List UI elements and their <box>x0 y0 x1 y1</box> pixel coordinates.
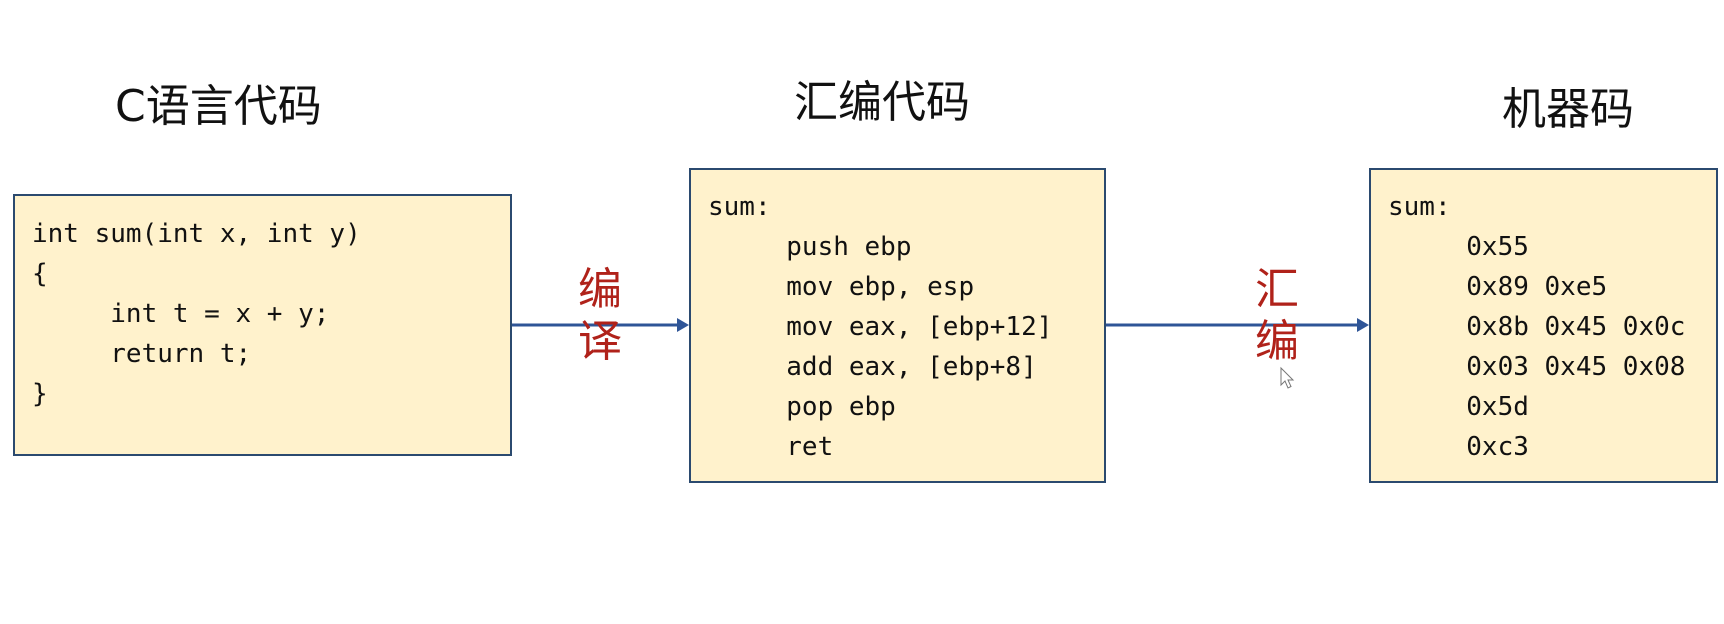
compile-label: 编 译 <box>576 264 624 368</box>
c-code-box: int sum(int x, int y) { int t = x + y; re… <box>13 194 512 456</box>
assemble-label-char: 汇 <box>1255 264 1299 315</box>
machine-code-block: sum: 0x55 0x89 0xe5 0x8b 0x45 0x0c 0x03 … <box>1388 187 1685 467</box>
code-line: 0x55 <box>1388 232 1529 262</box>
code-line: int sum(int x, int y) <box>32 219 361 249</box>
code-line: mov eax, [ebp+12] <box>708 312 1053 342</box>
code-line: 0x8b 0x45 0x0c <box>1388 312 1686 342</box>
assemble-label-char: 编 <box>1255 316 1299 367</box>
compile-label-char: 编 <box>578 264 622 315</box>
code-line: 0x89 0xe5 <box>1388 272 1608 302</box>
code-line: mov ebp, esp <box>708 272 975 302</box>
code-line: ret <box>708 432 834 462</box>
code-line: add eax, [ebp+8] <box>708 352 1037 382</box>
assemble-arrow <box>1106 318 1369 332</box>
c-code-block: int sum(int x, int y) { int t = x + y; re… <box>32 214 361 414</box>
code-line: int t = x + y; <box>32 299 330 329</box>
code-line: sum: <box>708 192 771 222</box>
code-line: push ebp <box>708 232 912 262</box>
compile-label-char: 译 <box>578 316 622 367</box>
mouse-cursor-icon <box>1280 366 1295 389</box>
code-line: 0x5d <box>1388 392 1529 422</box>
code-line: sum: <box>1388 192 1451 222</box>
assembly-code-block: sum: push ebp mov ebp, esp mov eax, [ebp… <box>708 187 1052 467</box>
code-line: pop ebp <box>708 392 896 422</box>
code-line: { <box>32 259 48 289</box>
code-line: 0x03 0x45 0x08 <box>1388 352 1686 382</box>
code-line: return t; <box>32 339 252 369</box>
machine-code-box: sum: 0x55 0x89 0xe5 0x8b 0x45 0x0c 0x03 … <box>1369 168 1718 483</box>
code-line: } <box>32 379 48 409</box>
code-line: 0xc3 <box>1388 432 1529 462</box>
assemble-label: 汇 编 <box>1253 264 1301 368</box>
assembly-code-box: sum: push ebp mov ebp, esp mov eax, [ebp… <box>689 168 1106 483</box>
